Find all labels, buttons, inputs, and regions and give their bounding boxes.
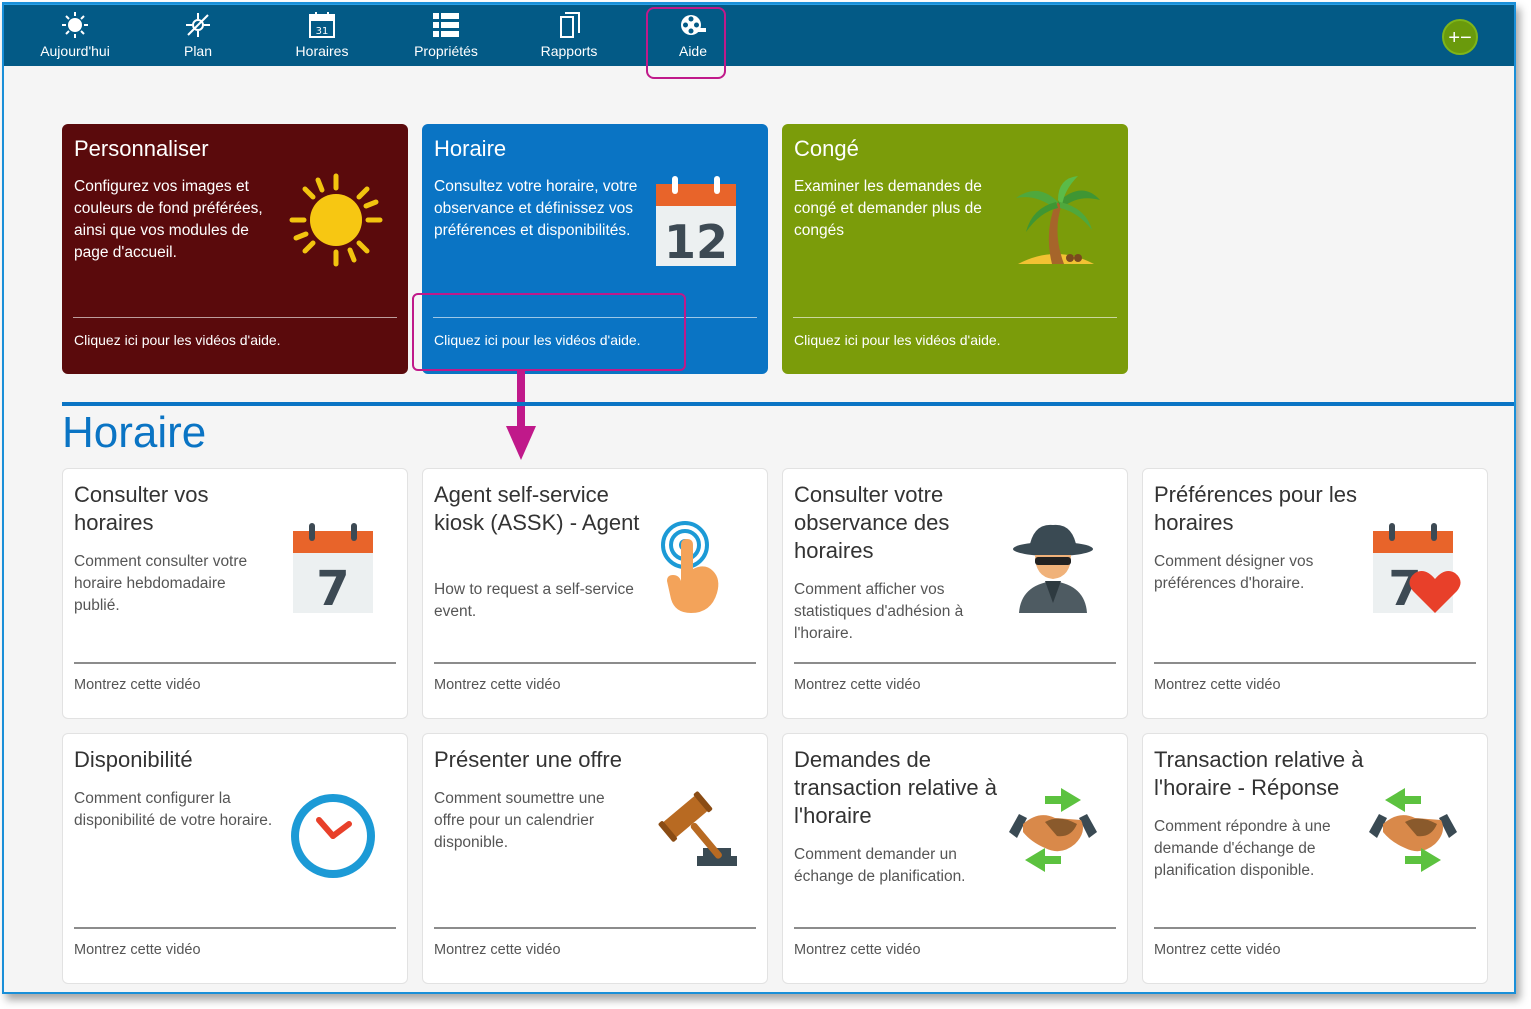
hero-help-link[interactable]: Cliquez ici pour les vidéos d'aide. (794, 332, 1001, 348)
card-title: Consulter votre observance des horaires (794, 482, 950, 563)
calendar-day: 7 (316, 561, 349, 615)
nav-label: Plan (183, 43, 213, 59)
hero-tile-schedule[interactable]: Horaire Consultez votre horaire, votre o… (422, 124, 768, 374)
show-video-link[interactable]: Montrez cette vidéo (434, 677, 561, 693)
card-title: Agent self-service kiosk (ASSK) - Agent (434, 482, 640, 535)
card-divider (794, 662, 1116, 664)
hero-help-link[interactable]: Cliquez ici pour les vidéos d'aide. (434, 332, 641, 348)
calendar-7-icon: 7 (293, 523, 373, 615)
card-title: Présenter une offre (434, 747, 622, 772)
top-navigation: Aujourd'hui Plan 31 Horaires Propriétés … (4, 4, 1514, 66)
show-video-link[interactable]: Montrez cette vidéo (74, 942, 201, 958)
show-video-link[interactable]: Montrez cette vidéo (74, 677, 201, 693)
hero-tile-leave[interactable]: Congé Examiner les demandes de congé et … (782, 124, 1128, 374)
card-description: Comment répondre à une demande d'échange… (1154, 818, 1331, 879)
hero-help-link[interactable]: Cliquez ici pour les vidéos d'aide. (74, 332, 281, 348)
card-title: Disponibilité (74, 747, 193, 772)
document-icon (560, 12, 580, 38)
clock-icon (291, 794, 375, 878)
show-video-link[interactable]: Montrez cette vidéo (1154, 942, 1281, 958)
card-divider (1154, 662, 1476, 664)
video-card-bid[interactable]: Présenter une offre Comment soumettre un… (422, 733, 768, 984)
compass-icon (186, 13, 210, 37)
nav-item-plan[interactable]: Plan (143, 5, 253, 67)
card-description: Comment soumettre une offre pour un cale… (434, 790, 605, 851)
hero-description: Consultez votre horaire, votre observanc… (434, 178, 638, 239)
card-divider (1154, 927, 1476, 929)
profile-button[interactable]: +− (1442, 19, 1478, 55)
calendar-12-icon: 12 (656, 176, 736, 268)
sun-icon (289, 173, 383, 267)
hero-divider (793, 317, 1117, 318)
sun-icon (62, 12, 88, 38)
card-description: Comment demander un échange de planifica… (794, 846, 966, 885)
hero-title: Horaire (434, 136, 507, 161)
card-divider (434, 662, 756, 664)
nav-item-help[interactable]: Aide (638, 5, 748, 67)
calendar-icon: 31 (309, 12, 335, 38)
card-description: How to request a self-service event. (434, 581, 634, 620)
video-card-adherence[interactable]: Consulter votre observance des horaires … (782, 468, 1128, 719)
gavel-icon (658, 791, 737, 866)
calendar-day: 12 (664, 215, 728, 268)
section-title: Horaire (62, 408, 207, 457)
show-video-link[interactable]: Montrez cette vidéo (794, 942, 921, 958)
calendar-heart-icon: 7 (1373, 523, 1461, 615)
show-video-link[interactable]: Montrez cette vidéo (1154, 677, 1281, 693)
svg-text:31: 31 (316, 26, 329, 37)
nav-item-reports[interactable]: Rapports (514, 5, 624, 67)
film-reel-icon (681, 15, 706, 35)
card-divider (434, 927, 756, 929)
handshake-arrows-icon (1369, 788, 1457, 872)
nav-label: Horaires (295, 43, 349, 59)
callout-arrow-icon (506, 370, 536, 460)
nav-label: Aide (678, 43, 708, 59)
card-description: Comment consulter votre horaire hebdomad… (74, 553, 248, 614)
hero-description: Examiner les demandes de congé et demand… (794, 178, 982, 239)
touch-hand-icon (661, 521, 719, 613)
video-card-assk[interactable]: Agent self-service kiosk (ASSK) - Agent … (422, 468, 768, 719)
nav-label: Aujourd'hui (40, 43, 110, 59)
card-title: Demandes de transaction relative à l'hor… (794, 747, 997, 828)
hero-title: Personnaliser (74, 136, 209, 161)
nav-item-today[interactable]: Aujourd'hui (20, 5, 130, 67)
handshake-arrows-icon (1009, 788, 1097, 872)
nav-item-schedules[interactable]: 31 Horaires (267, 5, 377, 67)
hero-title: Congé (794, 136, 859, 161)
card-title: Préférences pour les horaires (1154, 482, 1357, 535)
card-description: Comment afficher vos statistiques d'adhé… (794, 581, 964, 642)
card-title: Consulter vos horaires (74, 482, 209, 535)
card-title: Transaction relative à l'horaire - Répon… (1154, 747, 1364, 800)
video-card-preferences[interactable]: Préférences pour les horaires Comment dé… (1142, 468, 1488, 719)
video-card-trade-response[interactable]: Transaction relative à l'horaire - Répon… (1142, 733, 1488, 984)
show-video-link[interactable]: Montrez cette vidéo (434, 942, 561, 958)
card-divider (74, 662, 396, 664)
card-description: Comment configurer la disponibilité de v… (74, 790, 273, 829)
nav-label: Propriétés (414, 43, 478, 59)
video-card-availability[interactable]: Disponibilité Comment configurer la disp… (62, 733, 408, 984)
video-card-trade-request[interactable]: Demandes de transaction relative à l'hor… (782, 733, 1128, 984)
hero-divider (73, 317, 397, 318)
section-divider (62, 402, 1514, 406)
palm-tree-icon (1016, 176, 1100, 264)
list-icon (433, 13, 459, 37)
show-video-link[interactable]: Montrez cette vidéo (794, 677, 921, 693)
hero-tile-personalize[interactable]: Personnaliser Configurez vos images et c… (62, 124, 408, 374)
nav-label: Rapports (540, 43, 598, 59)
app-window: Aujourd'hui Plan 31 Horaires Propriétés … (2, 2, 1516, 994)
hero-description: Configurez vos images et couleurs de fon… (74, 178, 263, 261)
card-divider (794, 927, 1116, 929)
nav-item-properties[interactable]: Propriétés (391, 5, 501, 67)
video-card-view-schedules[interactable]: Consulter vos horaires Comment consulter… (62, 468, 408, 719)
hero-divider (433, 317, 757, 318)
card-divider (74, 927, 396, 929)
card-description: Comment désigner vos préférences d'horai… (1154, 553, 1314, 592)
spy-icon (1013, 524, 1093, 613)
